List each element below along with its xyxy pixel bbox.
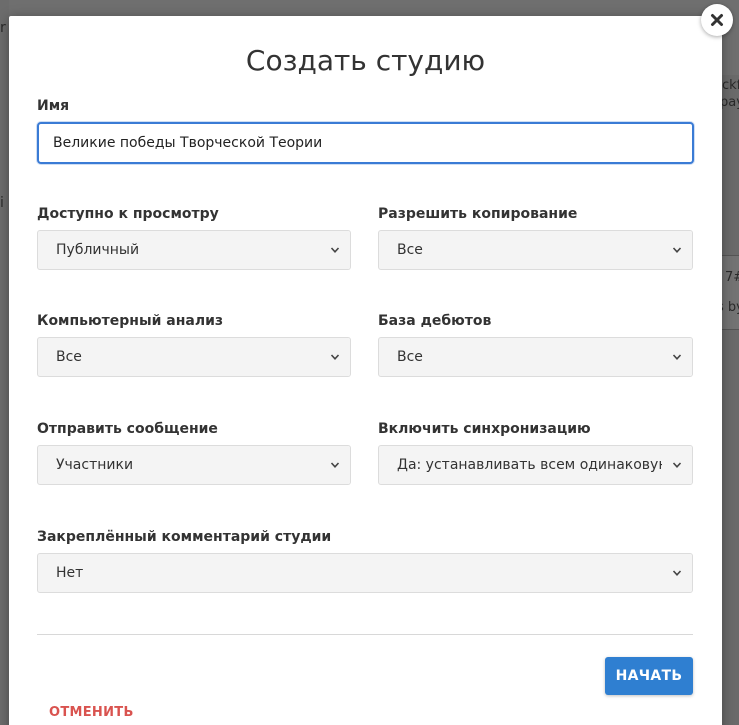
computer-analysis-select[interactable]: Все xyxy=(37,337,351,377)
start-button[interactable]: НАЧАТЬ xyxy=(605,657,693,695)
send-message-select[interactable]: Участники xyxy=(37,445,351,485)
name-field-group: Имя xyxy=(37,98,694,164)
send-message-field-group: Отправить сообщение Участники xyxy=(37,421,351,485)
background-left-edge: r i xyxy=(0,0,9,725)
visibility-value: Публичный xyxy=(56,242,140,258)
background-fragment: 7# xyxy=(725,270,739,285)
opening-db-value: Все xyxy=(397,349,423,365)
chevron-down-icon xyxy=(320,231,350,269)
name-input[interactable] xyxy=(37,122,694,164)
chevron-down-icon xyxy=(662,231,692,269)
opening-db-field-group: База дебютов Все xyxy=(378,313,693,377)
cancel-link[interactable]: ОТМЕНИТЬ xyxy=(49,705,134,720)
sync-field-group: Включить синхронизацию Да: устанавливать… xyxy=(378,421,693,485)
copying-value: Все xyxy=(397,242,423,258)
background-fragment: r xyxy=(0,20,6,36)
computer-analysis-field-group: Компьютерный анализ Все xyxy=(37,313,351,377)
opening-db-label: База дебютов xyxy=(378,313,492,329)
close-button[interactable] xyxy=(701,4,733,36)
close-icon xyxy=(711,14,723,26)
visibility-select[interactable]: Публичный xyxy=(37,230,351,270)
dialog-title: Создать студию xyxy=(245,44,486,77)
sync-value: Да: устанавливать всем одинаковую позици… xyxy=(397,457,692,473)
computer-analysis-value: Все xyxy=(56,349,82,365)
pinned-comment-field-group: Закреплённый комментарий студии Нет xyxy=(37,529,693,593)
chevron-down-icon xyxy=(662,446,692,484)
chevron-down-icon xyxy=(662,554,692,592)
opening-db-select[interactable]: Все xyxy=(378,337,693,377)
pinned-comment-label: Закреплённый комментарий студии xyxy=(37,529,332,545)
sync-label: Включить синхронизацию xyxy=(378,421,591,437)
background-fragment: pay xyxy=(720,95,739,110)
copying-field-group: Разрешить копирование Все xyxy=(378,206,693,270)
send-message-value: Участники xyxy=(56,457,134,473)
name-label: Имя xyxy=(37,98,70,114)
visibility-field-group: Доступно к просмотру Публичный xyxy=(37,206,351,270)
divider xyxy=(37,634,693,635)
copying-select[interactable]: Все xyxy=(378,230,693,270)
send-message-label: Отправить сообщение xyxy=(37,421,218,437)
create-study-dialog: Создать студию Имя Доступно к просмотру … xyxy=(9,16,722,725)
sync-select[interactable]: Да: устанавливать всем одинаковую позици… xyxy=(378,445,693,485)
copying-label: Разрешить копирование xyxy=(378,206,578,222)
chevron-down-icon xyxy=(662,338,692,376)
background-fragment: i xyxy=(0,195,4,211)
pinned-comment-select[interactable]: Нет xyxy=(37,553,693,593)
computer-analysis-label: Компьютерный анализ xyxy=(37,313,224,329)
pinned-comment-value: Нет xyxy=(56,565,84,581)
visibility-label: Доступно к просмотру xyxy=(37,206,219,222)
chevron-down-icon xyxy=(320,338,350,376)
chevron-down-icon xyxy=(320,446,350,484)
